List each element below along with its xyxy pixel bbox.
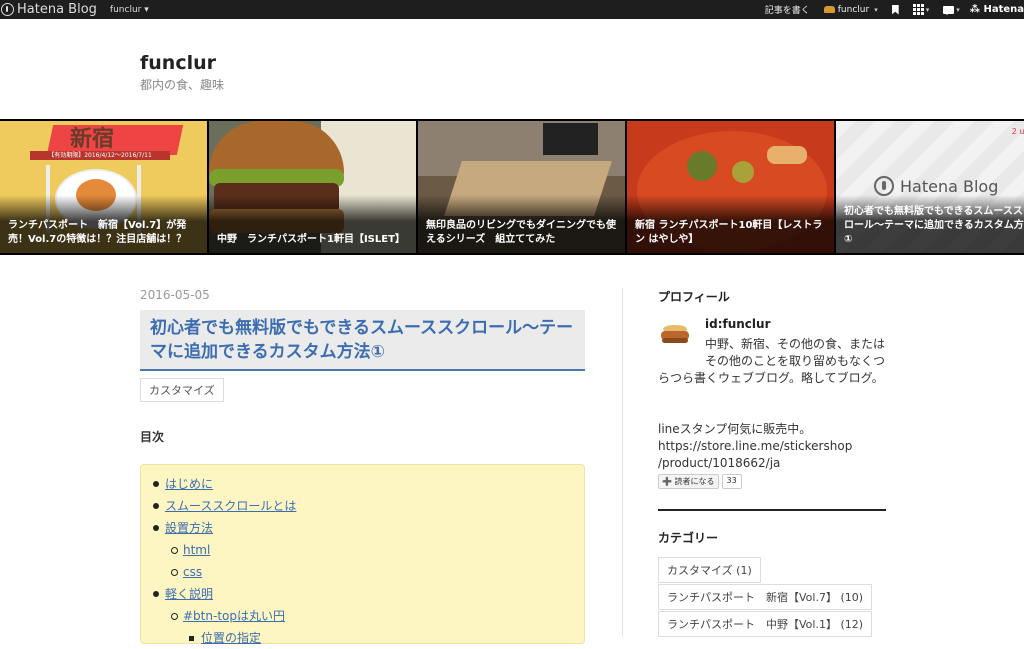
user-avatar-icon — [823, 6, 835, 13]
blog-title[interactable]: funclur — [140, 52, 216, 74]
bullet-icon — [171, 613, 178, 620]
vegetable-image — [732, 161, 754, 183]
chevron-down-icon: ▾ — [956, 5, 960, 14]
tv-image — [543, 123, 598, 155]
toc-item: #btn-topは丸い円 — [153, 605, 584, 627]
bullet-icon — [153, 503, 159, 509]
toc-link[interactable]: css — [183, 565, 202, 579]
user-name: funclur — [837, 4, 870, 15]
subscribe-button[interactable]: ➕ 読者になる — [658, 474, 719, 489]
profile-line — [658, 387, 886, 404]
slide-caption: 無印良品のリビングでもダイニングでも使えるシリーズ 組立ててみた — [418, 195, 625, 253]
featured-slider: 新宿 【有効期限】2016/4/12～2016/7/11 ランチパスポート 新宿… — [0, 119, 1024, 255]
article-title[interactable]: 初心者でも無料版でもできるスムーススクロール〜テーマに追加できるカスタム方法① — [140, 310, 585, 371]
toc-link[interactable]: #btn-topは丸い円 — [183, 609, 285, 623]
bullet-icon — [153, 591, 159, 597]
slide-caption: 新宿 ランチパスポート10軒目【レストラン はやしや】 — [627, 195, 834, 253]
toc-link[interactable]: 設置方法 — [165, 521, 213, 535]
bookmark-users-count[interactable]: 2 users — [1012, 127, 1024, 136]
category-tag[interactable]: カスタマイズ — [140, 378, 224, 402]
slide-caption: 初心者でも無料版でもできるスムーススクロール〜テーマに追加できるカスタム方法① — [836, 195, 1024, 253]
bullet-icon — [153, 525, 159, 531]
apps-menu[interactable]: ▾ — [912, 4, 930, 15]
toc-link[interactable]: 位置の指定 — [201, 631, 261, 645]
toc-item: 設置方法 — [153, 517, 584, 539]
bullet-icon — [153, 481, 159, 487]
sidebar-divider — [658, 509, 886, 511]
slide-caption: 中野 ランチパスポート1軒目【ISLET】 — [209, 195, 416, 253]
bullet-icon — [171, 569, 178, 576]
placeholder-logo-text: Hatena Blog — [900, 176, 999, 196]
profile-description: 中野、新宿、その他の食、または その他のことを取り留めもなくつ らつら書くウェブ… — [658, 336, 886, 472]
category-heading: カテゴリー — [658, 531, 719, 545]
profile-line: /product/1018662/ja — [658, 456, 781, 470]
toc-link[interactable]: スムーススクロールとは — [165, 499, 296, 513]
profile-line: 中野、新宿、その他の食、または — [705, 337, 886, 351]
slide-item[interactable]: 新宿 ランチパスポート10軒目【レストラン はやしや】 — [627, 121, 834, 253]
toc-link[interactable]: 軽く説明 — [165, 587, 213, 601]
column-divider — [622, 288, 623, 636]
hatena-blog-logo[interactable]: Hatena Blog — [0, 2, 97, 17]
article-date[interactable]: 2016-05-05 — [140, 288, 210, 302]
global-header: Hatena Blog funclur ▾ 記事を書く funclur ▾ ▾ … — [0, 0, 1024, 19]
blog-description: 都内の食、趣味 — [140, 78, 225, 92]
write-article-link[interactable]: 記事を書く — [765, 3, 810, 16]
hatena-logo-icon — [874, 176, 894, 196]
toc-item: はじめに — [153, 473, 584, 495]
slide-caption: ランチパスポート 新宿【Vol.7】が発売！Vol.7の特徴は！？注目店舗は！？ — [0, 195, 207, 253]
notifications-menu[interactable]: ▾ — [943, 5, 960, 15]
table-of-contents: はじめに スムーススクロールとは 設置方法 html css 軽く説明 #btn… — [140, 464, 585, 645]
profile-id[interactable]: id:funclur — [705, 317, 771, 331]
toc-link[interactable]: html — [183, 543, 210, 557]
toc-item: 軽く説明 — [153, 583, 584, 605]
slide-heading: 新宿 — [70, 127, 115, 152]
user-menu[interactable]: funclur ▾ — [823, 4, 878, 15]
profile-line: その他のことを取り留めもなくつ — [705, 354, 886, 368]
toc-link[interactable]: はじめに — [165, 477, 213, 491]
toc-item: html — [153, 539, 584, 561]
grid-icon — [912, 4, 924, 15]
bookmark-icon[interactable] — [891, 4, 899, 15]
slide-item[interactable]: 2 users Hatena Blog 初心者でも無料版でもできるスムーススクロ… — [836, 121, 1024, 253]
subscribe-widget: ➕ 読者になる 33 — [658, 474, 742, 489]
bullet-icon — [171, 547, 178, 554]
header-right: 記事を書く funclur ▾ ▾ ▾ ⁂ Hatena — [751, 0, 1024, 19]
profile-line: lineスタンプ何気に販売中。 — [658, 422, 812, 436]
category-item[interactable]: カスタマイズ (1) — [658, 557, 761, 583]
chevron-down-icon: ▾ — [925, 5, 930, 14]
profile-line: らつら書くウェブブログ。略してブログ。 — [658, 371, 884, 385]
slide-item[interactable]: 新宿 【有効期限】2016/4/12～2016/7/11 ランチパスポート 新宿… — [0, 121, 207, 253]
bullet-icon — [189, 636, 194, 641]
profile-line: https://store.line.me/stickershop — [658, 439, 853, 453]
toc-heading: 目次 — [140, 430, 165, 444]
subscriber-count: 33 — [721, 474, 742, 489]
vegetable-image — [767, 146, 807, 164]
chevron-down-icon: ▾ — [874, 5, 878, 14]
hatena-link-label: Hatena — [983, 4, 1024, 15]
toc-item: css — [153, 561, 584, 583]
slide-item[interactable]: 無印良品のリビングでもダイニングでも使えるシリーズ 組立ててみた — [418, 121, 625, 253]
profile-heading: プロフィール — [658, 290, 730, 304]
hatena-link[interactable]: ⁂ Hatena — [970, 4, 1024, 15]
category-item[interactable]: ランチパスポート 新宿【Vol.7】 (10) — [658, 584, 873, 610]
slide-item[interactable]: 中野 ランチパスポート1軒目【ISLET】 — [209, 121, 416, 253]
hatena-logo-icon — [1, 3, 14, 16]
message-icon — [943, 5, 955, 15]
vegetable-image — [687, 151, 717, 181]
slide-band: 【有効期限】2016/4/12～2016/7/11 — [30, 151, 170, 160]
logo-text: Hatena Blog — [17, 2, 97, 17]
toc-item: スムーススクロールとは — [153, 495, 584, 517]
category-item[interactable]: ランチパスポート 中野【Vol.1】 (12) — [658, 611, 873, 637]
blog-selector[interactable]: funclur ▾ — [110, 5, 149, 15]
toc-item: 位置の指定 — [153, 627, 584, 649]
hatena-blog-placeholder: Hatena Blog — [874, 176, 998, 196]
